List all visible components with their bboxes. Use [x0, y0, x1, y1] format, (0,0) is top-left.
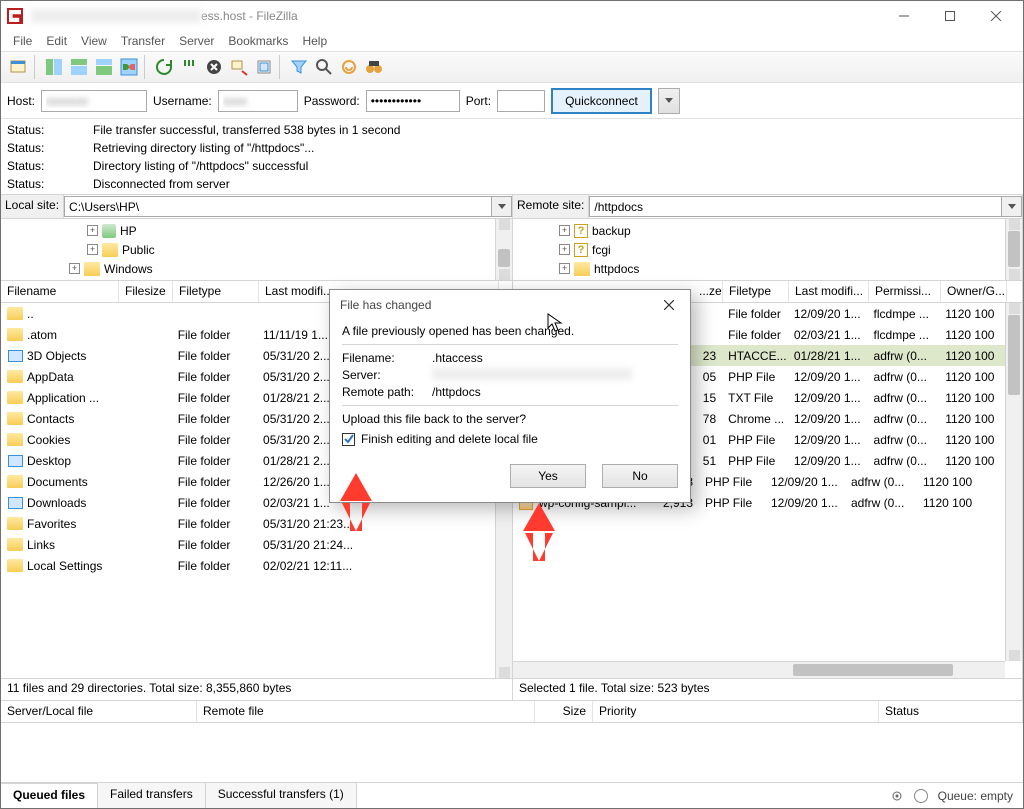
- finish-editing-checkbox[interactable]: [342, 433, 355, 446]
- local-status: 11 files and 29 directories. Total size:…: [1, 678, 512, 700]
- list-item[interactable]: LinksFile folder05/31/20 21:24...: [1, 534, 495, 555]
- tree-node[interactable]: +Public: [7, 240, 489, 259]
- cancel-icon[interactable]: [202, 55, 226, 79]
- compare-icon[interactable]: [337, 55, 361, 79]
- local-path-dropdown[interactable]: [492, 196, 512, 217]
- toggle-remotetree-icon[interactable]: [92, 55, 116, 79]
- message-log[interactable]: Status:File transfer successful, transfe…: [1, 119, 1023, 195]
- menu-bookmarks[interactable]: Bookmarks: [222, 32, 294, 50]
- tree-node[interactable]: +Windows: [7, 259, 489, 278]
- list-item[interactable]: Local SettingsFile folder02/02/21 12:11.…: [1, 555, 495, 576]
- dialog-yes-button[interactable]: Yes: [510, 464, 586, 488]
- local-tree-scrollbar[interactable]: [495, 219, 512, 280]
- remote-path-input[interactable]: [589, 196, 1002, 217]
- queue-col-local[interactable]: Server/Local file: [1, 701, 197, 722]
- close-button[interactable]: [973, 1, 1019, 31]
- minimize-button[interactable]: [881, 1, 927, 31]
- search-icon[interactable]: [312, 55, 336, 79]
- window-title: ess.host - FileZilla: [31, 9, 881, 24]
- dialog-title: File has changed: [340, 298, 431, 312]
- username-input[interactable]: [218, 90, 298, 112]
- maximize-button[interactable]: [927, 1, 973, 31]
- remote-tree[interactable]: +?backup+?fcgi+httpdocs: [513, 219, 1022, 281]
- tab-queued[interactable]: Queued files: [1, 783, 98, 808]
- password-label: Password:: [304, 94, 360, 108]
- queue-footer-text: Queue: empty: [938, 789, 1013, 803]
- dialog-question: Upload this file back to the server?: [342, 412, 678, 426]
- tree-node[interactable]: +?backup: [519, 221, 999, 240]
- dialog-filename-value: .htaccess: [432, 351, 483, 365]
- transfer-queue: Server/Local file Remote file Size Prior…: [1, 700, 1023, 808]
- queue-col-priority[interactable]: Priority: [593, 701, 879, 722]
- queue-empty-icon: [914, 789, 928, 803]
- menu-transfer[interactable]: Transfer: [115, 32, 171, 50]
- host-label: Host:: [7, 94, 35, 108]
- menu-view[interactable]: View: [75, 32, 113, 50]
- reconnect-icon[interactable]: [252, 55, 276, 79]
- remote-list-scrollbar[interactable]: [1005, 303, 1022, 661]
- local-path-input[interactable]: [64, 196, 492, 217]
- title-bar: ess.host - FileZilla: [1, 1, 1023, 31]
- remote-status: Selected 1 file. Total size: 523 bytes: [513, 678, 1022, 700]
- file-changed-dialog: File has changed A file previously opene…: [329, 289, 691, 503]
- port-label: Port:: [466, 94, 491, 108]
- local-tree[interactable]: +HP+Public+Windows: [1, 219, 512, 281]
- site-manager-icon[interactable]: [7, 55, 31, 79]
- tab-failed[interactable]: Failed transfers: [98, 783, 206, 808]
- app-logo-icon: [7, 8, 23, 24]
- remote-list-hscrollbar[interactable]: [513, 661, 1005, 678]
- local-site-label: Local site:: [1, 195, 64, 218]
- quickconnect-history-button[interactable]: [658, 88, 680, 114]
- menu-file[interactable]: File: [7, 32, 38, 50]
- dialog-remotepath-label: Remote path:: [342, 385, 432, 399]
- filter-icon[interactable]: [287, 55, 311, 79]
- dialog-server-value: [432, 368, 632, 380]
- binoculars-icon[interactable]: [362, 55, 386, 79]
- bottom-status-bar: Queue: empty: [880, 784, 1023, 808]
- quickconnect-button[interactable]: Quickconnect: [551, 88, 652, 114]
- menu-bar: File Edit View Transfer Server Bookmarks…: [1, 31, 1023, 51]
- port-input[interactable]: [497, 90, 545, 112]
- tree-node[interactable]: +httpdocs: [519, 259, 999, 278]
- queue-col-size[interactable]: Size: [535, 701, 593, 722]
- dialog-no-button[interactable]: No: [602, 464, 678, 488]
- menu-help[interactable]: Help: [296, 32, 333, 50]
- finish-editing-label: Finish editing and delete local file: [361, 432, 538, 446]
- tree-node[interactable]: +?fcgi: [519, 240, 999, 259]
- toggle-localtree-icon[interactable]: [67, 55, 91, 79]
- queue-col-status[interactable]: Status: [879, 701, 1023, 722]
- menu-edit[interactable]: Edit: [40, 32, 73, 50]
- refresh-icon[interactable]: [152, 55, 176, 79]
- queue-tabs: Queued files Failed transfers Successful…: [1, 782, 1023, 808]
- toggle-log-icon[interactable]: [42, 55, 66, 79]
- toolbar: [1, 51, 1023, 83]
- process-queue-icon[interactable]: [177, 55, 201, 79]
- list-item[interactable]: FavoritesFile folder05/31/20 21:23...: [1, 513, 495, 534]
- username-label: Username:: [153, 94, 212, 108]
- remote-site-label: Remote site:: [513, 195, 589, 218]
- tab-successful[interactable]: Successful transfers (1): [206, 783, 357, 808]
- dialog-remotepath-value: /httpdocs: [432, 385, 481, 399]
- remote-tree-scrollbar[interactable]: [1005, 219, 1022, 280]
- queue-col-remote[interactable]: Remote file: [197, 701, 535, 722]
- tree-node[interactable]: +HP: [7, 221, 489, 240]
- toggle-queue-icon[interactable]: [117, 55, 141, 79]
- password-input[interactable]: [366, 90, 460, 112]
- host-input[interactable]: [41, 90, 147, 112]
- queue-body[interactable]: [1, 723, 1023, 782]
- dialog-close-button[interactable]: [654, 292, 684, 318]
- remote-path-dropdown[interactable]: [1002, 196, 1022, 217]
- quickconnect-bar: Host: Username: Password: Port: Quickcon…: [1, 83, 1023, 119]
- disconnect-icon[interactable]: [227, 55, 251, 79]
- dialog-server-label: Server:: [342, 368, 432, 382]
- menu-server[interactable]: Server: [173, 32, 220, 50]
- dialog-message: A file previously opened has been change…: [342, 324, 678, 338]
- gear-icon: [890, 789, 904, 803]
- dialog-filename-label: Filename:: [342, 351, 432, 365]
